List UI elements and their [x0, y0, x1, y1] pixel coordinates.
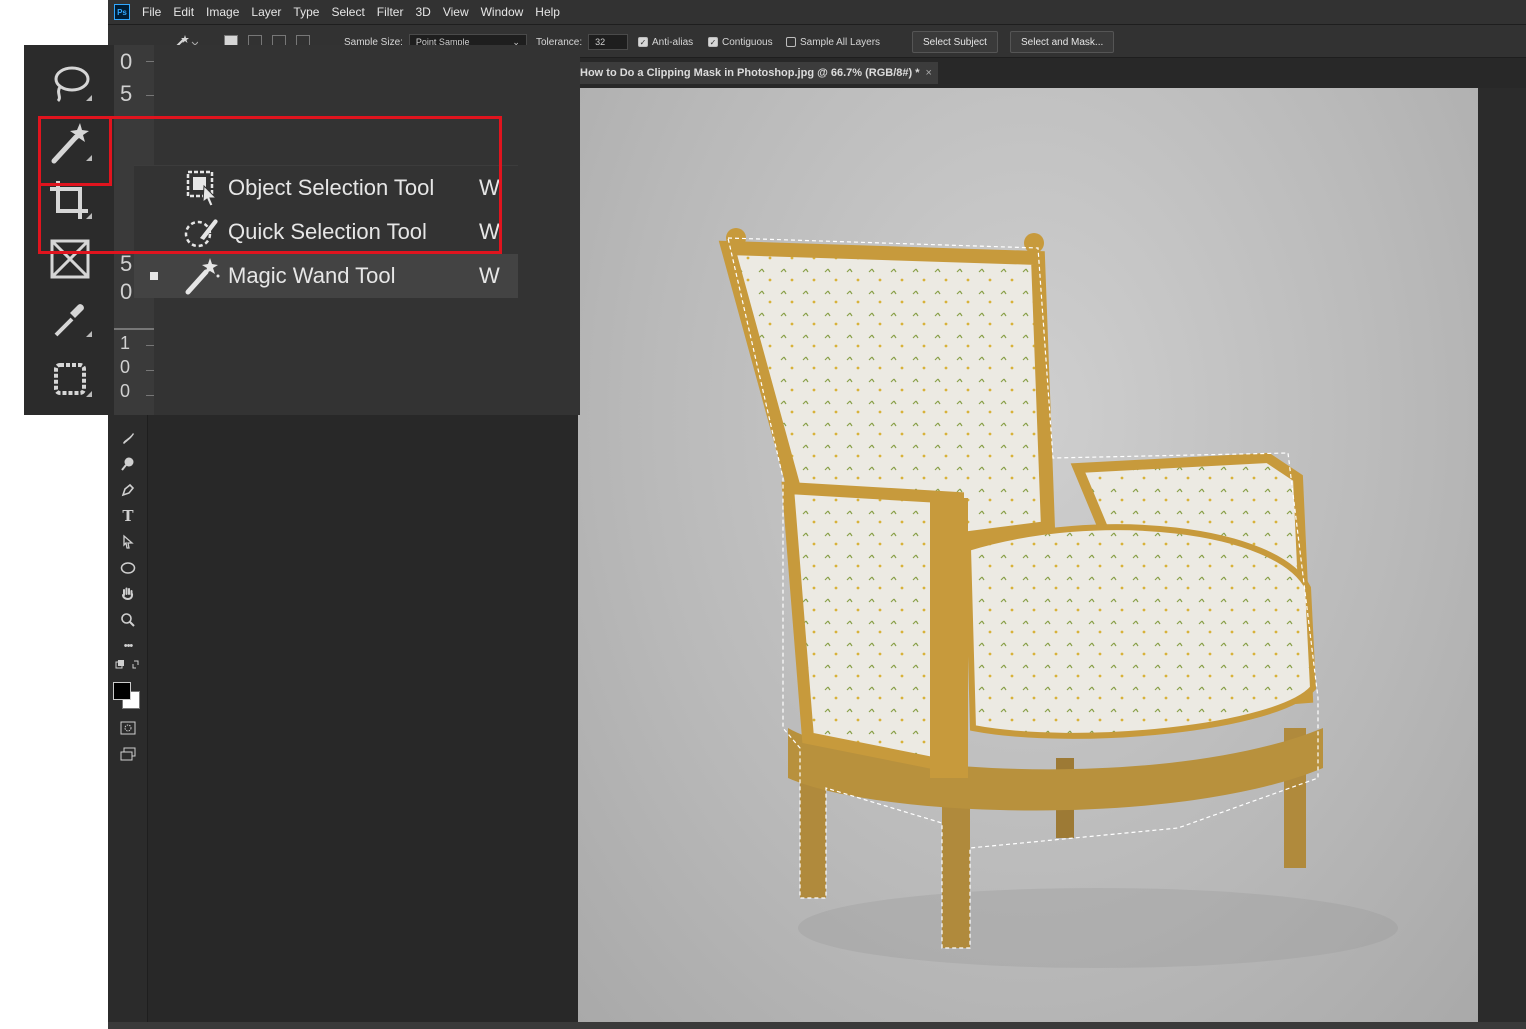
lasso-icon[interactable]	[46, 59, 94, 107]
checkbox-checked-icon: ✓	[708, 37, 718, 47]
zoom-icon[interactable]	[108, 608, 148, 632]
magic-wand-icon	[182, 256, 222, 296]
ellipse-icon[interactable]	[108, 556, 148, 580]
menu-window[interactable]: Window	[481, 5, 524, 19]
menu-3d[interactable]: 3D	[415, 5, 430, 19]
zoomed-tools-panel	[24, 45, 114, 415]
path-selection-icon[interactable]	[108, 530, 148, 554]
select-subject-button[interactable]: Select Subject	[912, 31, 998, 53]
dodge-icon[interactable]	[108, 452, 148, 476]
hand-icon[interactable]	[108, 582, 148, 606]
crop-icon[interactable]	[46, 177, 94, 225]
foreground-color-swatch[interactable]	[113, 682, 131, 700]
type-icon[interactable]: T	[108, 504, 148, 528]
quick-mask-icon[interactable]	[108, 716, 148, 740]
menu-bar: Ps File Edit Image Layer Type Select Fil…	[108, 0, 1526, 24]
menu-select[interactable]: Select	[331, 5, 364, 19]
contiguous-checkbox[interactable]: ✓ Contiguous	[708, 25, 773, 59]
status-bar	[108, 1022, 1526, 1029]
active-tool-bullet-icon	[150, 272, 158, 280]
magic-wand-tool-label: Magic Wand Tool	[228, 263, 396, 288]
menu-file[interactable]: File	[142, 5, 161, 19]
anti-alias-label: Anti-alias	[652, 36, 694, 48]
contiguous-label: Contiguous	[722, 36, 773, 48]
anti-alias-checkbox[interactable]: ✓ Anti-alias	[638, 25, 693, 59]
ruler-digit: 0	[120, 357, 131, 377]
checkbox-checked-icon: ✓	[638, 37, 648, 47]
sample-all-layers-checkbox[interactable]: Sample All Layers	[786, 25, 880, 59]
menu-view[interactable]: View	[443, 5, 469, 19]
ruler-digit: 5	[120, 251, 133, 276]
ruler-digit: 0	[120, 49, 133, 74]
more-tools-icon[interactable]: •••	[108, 634, 148, 658]
select-and-mask-button[interactable]: Select and Mask...	[1010, 31, 1115, 53]
ruler-digit: 0	[120, 279, 133, 304]
photoshop-logo-icon: Ps	[114, 4, 130, 20]
document-canvas[interactable]	[578, 88, 1478, 1022]
menu-filter[interactable]: Filter	[377, 5, 404, 19]
magic-wand-icon[interactable]	[46, 119, 94, 167]
pen-icon[interactable]	[108, 478, 148, 502]
menu-type[interactable]: Type	[293, 5, 319, 19]
quick-selection-icon	[182, 212, 222, 252]
object-selection-tool-item[interactable]: Object Selection Tool W	[134, 166, 518, 210]
object-selection-tool-label: Object Selection Tool	[228, 175, 435, 200]
checkbox-unchecked-icon	[786, 37, 796, 47]
patch-icon[interactable]	[46, 355, 94, 403]
close-icon[interactable]: ×	[926, 67, 932, 79]
quick-selection-tool-shortcut: W	[479, 219, 500, 244]
ruler-digit: 1	[120, 333, 131, 353]
quick-selection-tool-item[interactable]: Quick Selection Tool W	[134, 210, 518, 254]
swap-colors-icon[interactable]	[108, 658, 148, 672]
tolerance-input[interactable]: 32	[588, 34, 629, 50]
right-panel-strip	[1478, 88, 1526, 1022]
quick-selection-tool-label: Quick Selection Tool	[228, 219, 427, 244]
menu-edit[interactable]: Edit	[173, 5, 194, 19]
object-selection-icon	[182, 168, 222, 208]
menu-help[interactable]: Help	[535, 5, 560, 19]
screen-mode-icon[interactable]	[108, 742, 148, 766]
ruler-digit: 0	[120, 381, 131, 401]
magic-wand-tool-item[interactable]: Magic Wand Tool W	[134, 254, 518, 298]
object-selection-tool-shortcut: W	[479, 175, 500, 200]
ruler-digit: 5	[120, 81, 133, 106]
zoomed-toolbar-callout: 0 5 5 0 1 0 0 Object Selection Tool W Qu…	[24, 45, 580, 415]
selection-tools-flyout-menu: Object Selection Tool W Quick Selection …	[134, 165, 518, 298]
menu-layer[interactable]: Layer	[251, 5, 281, 19]
document-tab-title: How to Do a Clipping Mask in Photoshop.j…	[580, 67, 920, 79]
eyedropper-icon[interactable]	[46, 295, 94, 343]
frame-icon[interactable]	[46, 235, 94, 283]
brush-icon[interactable]	[108, 426, 148, 450]
magic-wand-tool-shortcut: W	[479, 263, 500, 288]
document-tab[interactable]: How to Do a Clipping Mask in Photoshop.j…	[578, 62, 938, 84]
chair-photo	[718, 228, 1398, 968]
sample-all-layers-label: Sample All Layers	[800, 36, 881, 48]
menu-image[interactable]: Image	[206, 5, 239, 19]
